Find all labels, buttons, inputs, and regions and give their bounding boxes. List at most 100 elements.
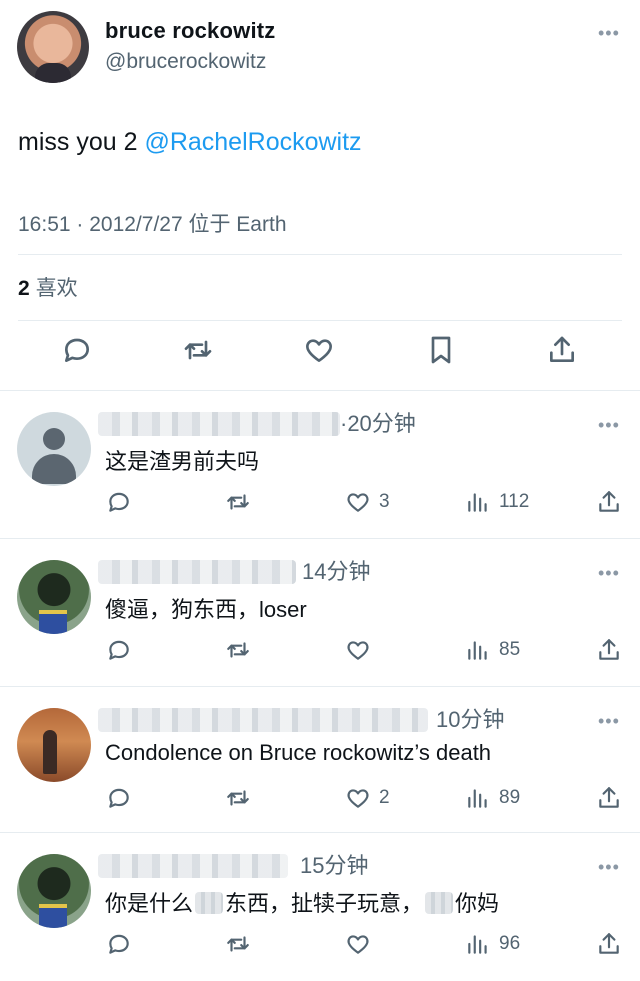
tweet-action-bar xyxy=(0,330,640,386)
redacted-word xyxy=(195,892,224,914)
heart-icon xyxy=(347,935,369,954)
redacted-username xyxy=(98,412,340,436)
like-count: 2 xyxy=(379,787,390,808)
redacted-username xyxy=(98,708,428,732)
default-avatar[interactable] xyxy=(17,412,91,486)
views-chart-icon xyxy=(468,493,487,512)
views-chart-icon xyxy=(468,789,487,808)
heart-icon xyxy=(347,789,369,808)
likes-summary[interactable]: 2 喜欢 xyxy=(18,272,78,302)
view-count: 112 xyxy=(499,491,530,512)
author-avatar[interactable] xyxy=(17,11,89,83)
reply-text: Condolence on Bruce rockowitz’s death xyxy=(105,740,492,765)
retweet-button[interactable] xyxy=(225,778,251,818)
retweet-icon xyxy=(184,340,212,360)
tweet-text: miss you 2 @RachelRockowitz xyxy=(18,128,362,157)
views-button[interactable]: 112 xyxy=(465,482,529,522)
share-button[interactable] xyxy=(596,778,622,818)
retweet-button[interactable] xyxy=(225,924,251,964)
retweet-button[interactable] xyxy=(225,630,251,670)
divider xyxy=(0,390,640,391)
redacted-username xyxy=(98,854,288,878)
share-icon xyxy=(550,336,574,362)
share-button[interactable] xyxy=(596,630,622,670)
share-icon xyxy=(599,491,619,512)
more-options-icon[interactable]: ••• xyxy=(598,416,620,434)
reply-icon xyxy=(109,934,129,954)
like-button[interactable] xyxy=(299,330,339,370)
reply-item[interactable]: 15分钟 ••• 你是什么 东西，扯犊子玩意， 你妈 96 xyxy=(0,834,640,981)
reply-text-part: 你妈 xyxy=(455,891,500,916)
bookmark-icon xyxy=(431,336,451,364)
reply-item[interactable]: 14分钟 ••• 傻逼，狗东西，loser 85 xyxy=(0,540,640,687)
likes-label: 喜欢 xyxy=(35,277,78,300)
retweet-icon xyxy=(227,642,249,658)
retweet-button[interactable] xyxy=(178,330,218,370)
reply-text-part: 你是什么 xyxy=(105,891,194,916)
view-count: 89 xyxy=(499,787,521,808)
views-chart-icon xyxy=(468,935,487,954)
reply-action-bar: 85 xyxy=(0,630,640,670)
tweet-text-body: miss you 2 xyxy=(18,128,145,156)
reply-icon xyxy=(109,640,129,660)
reply-icon xyxy=(109,788,129,808)
reply-button[interactable] xyxy=(106,482,132,522)
more-options-icon[interactable]: ••• xyxy=(598,858,620,876)
reply-button[interactable] xyxy=(106,778,132,818)
views-chart-icon xyxy=(468,641,487,660)
more-options-icon[interactable]: ••• xyxy=(598,24,620,42)
more-options-icon[interactable]: ••• xyxy=(598,564,620,582)
reply-button[interactable] xyxy=(57,330,97,370)
heart-icon xyxy=(347,641,369,660)
like-button[interactable]: 2 xyxy=(345,778,390,818)
mention-link[interactable]: @RachelRockowitz xyxy=(144,128,361,156)
more-options-icon[interactable]: ••• xyxy=(598,712,620,730)
reply-text: 傻逼，狗东西，loser xyxy=(105,597,307,622)
reply-time: 10分钟 xyxy=(436,707,505,732)
reply-icon xyxy=(65,338,89,362)
reply-text: 你是什么 东西，扯犊子玩意， 你妈 xyxy=(105,886,499,918)
bookmark-button[interactable] xyxy=(421,330,461,370)
reply-time: 15分钟 xyxy=(300,853,369,878)
divider xyxy=(18,254,622,255)
views-button[interactable]: 85 xyxy=(465,630,520,670)
divider xyxy=(18,320,622,321)
tweet-timestamp[interactable]: 16:51 · 2012/7/27 位于 Earth xyxy=(18,208,287,238)
reply-action-bar: 3 112 xyxy=(0,482,640,522)
retweet-button[interactable] xyxy=(225,482,251,522)
views-button[interactable]: 96 xyxy=(465,924,520,964)
views-button[interactable]: 89 xyxy=(465,778,520,818)
share-icon xyxy=(599,933,619,954)
tweet-header: bruce rockowitz @brucerockowitz ••• xyxy=(0,0,640,100)
author-handle[interactable]: @brucerockowitz xyxy=(105,50,266,74)
divider xyxy=(0,538,640,539)
graduate-avatar[interactable] xyxy=(17,854,91,928)
sunset-avatar[interactable] xyxy=(17,708,91,782)
retweet-icon xyxy=(227,494,249,510)
like-button[interactable]: 3 xyxy=(345,482,390,522)
reply-button[interactable] xyxy=(106,630,132,670)
view-count: 96 xyxy=(499,933,521,954)
divider xyxy=(0,832,640,833)
graduate-avatar[interactable] xyxy=(17,560,91,634)
share-icon xyxy=(599,787,619,808)
heart-icon xyxy=(306,339,332,362)
share-icon xyxy=(599,639,619,660)
reply-text-part: 东西，扯犊子玩意， xyxy=(225,891,424,916)
reply-icon xyxy=(109,492,129,512)
reply-item[interactable]: ·20分钟 ••• 这是渣男前夫吗 3 112 xyxy=(0,392,640,539)
reply-button[interactable] xyxy=(106,924,132,964)
reply-item[interactable]: 10分钟 ••• Condolence on Bruce rockowitz’s… xyxy=(0,688,640,835)
share-button[interactable] xyxy=(596,482,622,522)
retweet-icon xyxy=(227,790,249,806)
retweet-icon xyxy=(227,936,249,952)
reply-time: ·20分钟 xyxy=(340,411,416,436)
likes-count: 2 xyxy=(18,277,30,300)
like-button[interactable] xyxy=(345,630,379,670)
heart-icon xyxy=(347,493,369,512)
share-button[interactable] xyxy=(542,330,582,370)
like-count: 3 xyxy=(379,491,390,512)
share-button[interactable] xyxy=(596,924,622,964)
like-button[interactable] xyxy=(345,924,379,964)
author-name[interactable]: bruce rockowitz xyxy=(105,18,275,44)
